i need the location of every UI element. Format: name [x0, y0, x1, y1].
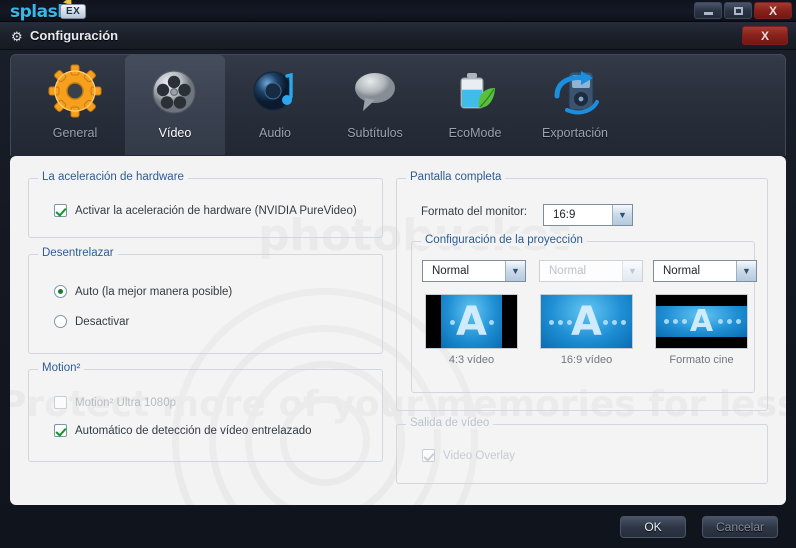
projection-select-2-value: Normal	[549, 265, 587, 277]
settings-header: ⚙ Configuración X	[0, 22, 796, 50]
tab-general[interactable]: General	[25, 55, 125, 155]
battery-leaf-icon	[447, 64, 503, 120]
window-close-button[interactable]: X	[754, 2, 792, 19]
deinterlace-group: Desentrelazar Auto (la mejor manera posi…	[28, 247, 383, 354]
hw-accel-checkbox[interactable]	[54, 204, 67, 217]
app-edition-badge: EX	[60, 4, 87, 19]
film-reel-icon	[147, 64, 203, 120]
ok-button[interactable]: OK	[620, 516, 686, 538]
hw-accel-label: Activar la aceleración de hardware (NVID…	[75, 204, 357, 217]
group-legend: La aceleración de hardware	[38, 171, 188, 183]
projection-select-3[interactable]: Normal ▼	[653, 260, 757, 282]
motion2-ultra-label: Motion² Ultra 1080p	[75, 396, 176, 409]
projection-select-1-value: Normal	[432, 265, 470, 277]
radio-auto[interactable]	[54, 285, 67, 298]
splash-ex-settings-window: splash EX X ⚙ Configuración X General Ví…	[0, 0, 796, 548]
preview-cinema[interactable]: A Formato cine	[655, 294, 748, 366]
preview-4-3[interactable]: A 4:3 vídeo	[425, 294, 518, 366]
minimize-button[interactable]	[694, 2, 722, 19]
page-title: Configuración	[30, 28, 119, 43]
preview-caption: 16:9 vídeo	[560, 354, 613, 366]
speech-bubble-icon	[347, 64, 403, 120]
video-output-group: Salida de vídeo Video Overlay	[396, 417, 768, 484]
group-legend: Desentrelazar	[38, 247, 118, 259]
radio-disable-label: Desactivar	[75, 315, 130, 328]
chevron-down-icon[interactable]: ▼	[505, 261, 525, 281]
dialog-footer: OK Cancelar	[0, 505, 796, 548]
minimize-icon	[703, 11, 713, 15]
projection-select-2: Normal ▼	[539, 260, 643, 282]
monitor-format-select[interactable]: 16:9 ▼	[543, 204, 633, 226]
video-settings-panel: photobucket Protect more of your memorie…	[10, 156, 786, 505]
fullscreen-group: Pantalla completa Formato del monitor: 1…	[396, 171, 768, 411]
group-legend: Motion²	[38, 362, 85, 374]
group-legend: Pantalla completa	[406, 171, 506, 183]
tab-ecomode[interactable]: EcoMode	[425, 55, 525, 155]
tab-label: EcoMode	[448, 126, 502, 140]
projection-group: Configuración de la proyección Normal ▼ …	[411, 234, 757, 393]
chevron-down-icon[interactable]: ▼	[612, 205, 632, 225]
window-controls: X	[694, 2, 792, 19]
monitor-format-label: Formato del monitor:	[421, 206, 528, 218]
settings-close-button[interactable]: X	[742, 26, 788, 45]
tab-export[interactable]: Exportación	[525, 55, 625, 155]
tab-label: Audio	[259, 126, 291, 140]
preview-caption: 4:3 vídeo	[448, 354, 495, 366]
deinterlace-option-auto[interactable]: Auto (la mejor manera posible)	[54, 285, 232, 298]
auto-interlace-detect-label: Automático de detección de vídeo entrela…	[75, 424, 312, 437]
projection-select-3-value: Normal	[663, 265, 701, 277]
motion2-ultra-row[interactable]: Motion² Ultra 1080p	[54, 396, 176, 409]
preview-thumb[interactable]: A	[655, 294, 748, 349]
speaker-note-icon	[247, 64, 303, 120]
preview-caption: Formato cine	[669, 354, 734, 366]
maximize-icon	[733, 6, 743, 15]
settings-tabstrip: General Vídeo Audio Subtítulos EcoMode E…	[10, 54, 786, 156]
preview-thumb[interactable]: A	[540, 294, 633, 349]
auto-interlace-detect-checkbox[interactable]	[54, 424, 67, 437]
tab-label: Subtítulos	[347, 126, 403, 140]
cancel-button[interactable]: Cancelar	[702, 516, 778, 538]
export-device-icon	[547, 64, 603, 120]
chevron-down-icon: ▼	[622, 261, 642, 281]
tab-subtitles[interactable]: Subtítulos	[325, 55, 425, 155]
group-legend: Salida de vídeo	[406, 417, 494, 429]
tab-label: General	[52, 126, 98, 140]
projection-select-1[interactable]: Normal ▼	[422, 260, 526, 282]
motion2-ultra-checkbox[interactable]	[54, 396, 67, 409]
preview-letter: A	[456, 298, 487, 345]
chevron-down-icon[interactable]: ▼	[736, 261, 756, 281]
video-overlay-row: Video Overlay	[422, 449, 515, 462]
deinterlace-option-off[interactable]: Desactivar	[54, 315, 129, 328]
monitor-format-value: 16:9	[553, 209, 576, 221]
preview-thumb[interactable]: A	[425, 294, 518, 349]
tab-label: Vídeo	[158, 126, 192, 140]
title-bar: splash EX X	[0, 0, 796, 22]
tab-video[interactable]: Vídeo	[125, 55, 225, 155]
gear-icon: ⚙	[11, 29, 23, 44]
preview-letter: A	[571, 298, 602, 345]
video-overlay-label: Video Overlay	[443, 449, 516, 462]
preview-16-9[interactable]: A 16:9 vídeo	[540, 294, 633, 366]
tab-audio[interactable]: Audio	[225, 55, 325, 155]
auto-interlace-detect-row[interactable]: Automático de detección de vídeo entrela…	[54, 424, 312, 437]
maximize-button[interactable]	[724, 2, 752, 19]
monitor-format-row: Formato del monitor:	[421, 206, 527, 218]
motion2-group: Motion² Motion² Ultra 1080p Automático d…	[28, 362, 383, 462]
video-overlay-checkbox	[422, 449, 435, 462]
hardware-acceleration-group: La aceleración de hardware Activar la ac…	[28, 171, 383, 238]
hw-accel-checkbox-row[interactable]: Activar la aceleración de hardware (NVID…	[54, 204, 357, 217]
group-legend: Configuración de la proyección	[421, 234, 587, 246]
preview-letter: A	[689, 303, 714, 339]
radio-disable[interactable]	[54, 315, 67, 328]
radio-auto-label: Auto (la mejor manera posible)	[75, 285, 233, 298]
tab-label: Exportación	[541, 126, 608, 140]
gear-icon	[47, 64, 103, 120]
